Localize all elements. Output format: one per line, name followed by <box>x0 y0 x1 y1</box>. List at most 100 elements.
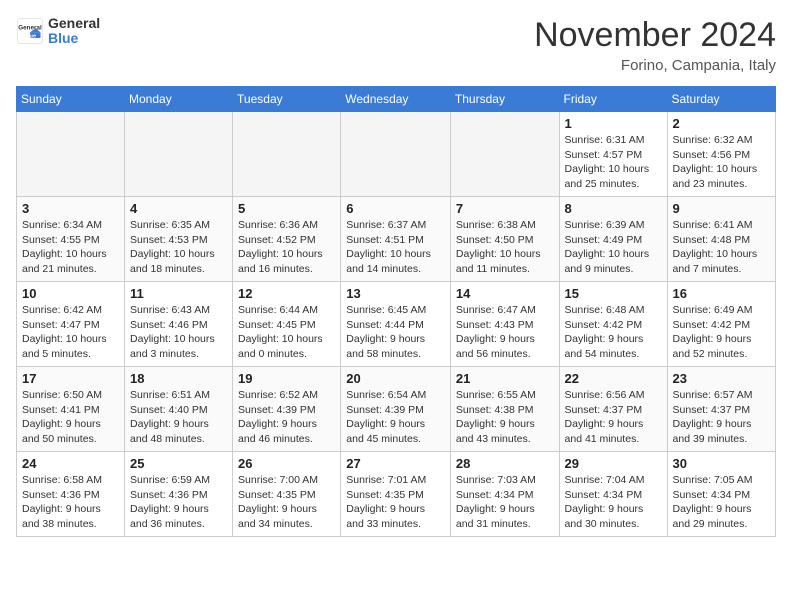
day-number: 3 <box>22 201 119 216</box>
calendar-cell: 30Sunrise: 7:05 AM Sunset: 4:34 PM Dayli… <box>667 452 775 537</box>
day-number: 2 <box>673 116 770 131</box>
day-number: 1 <box>565 116 662 131</box>
location: Forino, Campania, Italy <box>534 57 776 74</box>
day-info: Sunrise: 6:49 AM Sunset: 4:42 PM Dayligh… <box>673 303 770 362</box>
calendar-cell: 9 Sunrise: 6:41 AM Sunset: 4:48 PM Daylig… <box>667 197 775 282</box>
calendar-cell: 8 Sunrise: 6:39 AM Sunset: 4:49 PM Daylig… <box>559 197 667 282</box>
day-number: 11 <box>130 286 227 301</box>
calendar-cell: 12Sunrise: 6:44 AM Sunset: 4:45 PM Dayli… <box>233 282 341 367</box>
day-info: Sunrise: 6:38 AM Sunset: 4:50 PM Dayligh… <box>456 218 554 277</box>
day-info: Sunrise: 6:35 AM Sunset: 4:53 PM Dayligh… <box>130 218 227 277</box>
day-number: 18 <box>130 371 227 386</box>
day-info: Sunrise: 6:31 AM Sunset: 4:57 PM Dayligh… <box>565 133 662 192</box>
calendar-cell <box>341 112 451 197</box>
calendar-cell <box>17 112 125 197</box>
day-number: 8 <box>565 201 662 216</box>
day-info: Sunrise: 6:43 AM Sunset: 4:46 PM Dayligh… <box>130 303 227 362</box>
day-info: Sunrise: 6:58 AM Sunset: 4:36 PM Dayligh… <box>22 473 119 532</box>
day-info: Sunrise: 7:05 AM Sunset: 4:34 PM Dayligh… <box>673 473 770 532</box>
day-number: 26 <box>238 456 335 471</box>
week-row-3: 10Sunrise: 6:42 AM Sunset: 4:47 PM Dayli… <box>17 282 776 367</box>
day-number: 29 <box>565 456 662 471</box>
day-number: 9 <box>673 201 770 216</box>
day-number: 20 <box>346 371 445 386</box>
calendar-cell <box>233 112 341 197</box>
day-info: Sunrise: 6:52 AM Sunset: 4:39 PM Dayligh… <box>238 388 335 447</box>
calendar-cell: 20 Sunrise: 6:54 AM Sunset: 4:39 PM Dayli… <box>341 367 451 452</box>
day-number: 14 <box>456 286 554 301</box>
day-number: 13 <box>346 286 445 301</box>
day-info: Sunrise: 7:03 AM Sunset: 4:34 PM Dayligh… <box>456 473 554 532</box>
page-header: General Blue General Blue November 2024 … <box>16 16 776 74</box>
day-number: 17 <box>22 371 119 386</box>
day-number: 19 <box>238 371 335 386</box>
weekday-header-wednesday: Wednesday <box>341 87 451 112</box>
day-info: Sunrise: 6:51 AM Sunset: 4:40 PM Dayligh… <box>130 388 227 447</box>
day-number: 21 <box>456 371 554 386</box>
logo: General Blue General Blue <box>16 16 100 47</box>
day-info: Sunrise: 6:56 AM Sunset: 4:37 PM Dayligh… <box>565 388 662 447</box>
calendar-cell: 23 Sunrise: 6:57 AM Sunset: 4:37 PM Dayli… <box>667 367 775 452</box>
day-number: 24 <box>22 456 119 471</box>
calendar-cell: 15Sunrise: 6:48 AM Sunset: 4:42 PM Dayli… <box>559 282 667 367</box>
day-number: 12 <box>238 286 335 301</box>
day-info: Sunrise: 7:04 AM Sunset: 4:34 PM Dayligh… <box>565 473 662 532</box>
weekday-header-thursday: Thursday <box>450 87 559 112</box>
day-info: Sunrise: 6:39 AM Sunset: 4:49 PM Dayligh… <box>565 218 662 277</box>
day-info: Sunrise: 6:57 AM Sunset: 4:37 PM Dayligh… <box>673 388 770 447</box>
calendar-cell: 28Sunrise: 7:03 AM Sunset: 4:34 PM Dayli… <box>450 452 559 537</box>
day-info: Sunrise: 6:55 AM Sunset: 4:38 PM Dayligh… <box>456 388 554 447</box>
calendar-cell <box>125 112 233 197</box>
day-number: 23 <box>673 371 770 386</box>
calendar-cell: 19 Sunrise: 6:52 AM Sunset: 4:39 PM Dayli… <box>233 367 341 452</box>
calendar-cell: 21 Sunrise: 6:55 AM Sunset: 4:38 PM Dayli… <box>450 367 559 452</box>
day-number: 27 <box>346 456 445 471</box>
day-info: Sunrise: 6:45 AM Sunset: 4:44 PM Dayligh… <box>346 303 445 362</box>
day-info: Sunrise: 6:48 AM Sunset: 4:42 PM Dayligh… <box>565 303 662 362</box>
calendar-cell: 24 Sunrise: 6:58 AM Sunset: 4:36 PM Dayli… <box>17 452 125 537</box>
calendar-cell: 6 Sunrise: 6:37 AM Sunset: 4:51 PM Daylig… <box>341 197 451 282</box>
title-block: November 2024 Forino, Campania, Italy <box>534 16 776 74</box>
day-number: 7 <box>456 201 554 216</box>
day-info: Sunrise: 7:01 AM Sunset: 4:35 PM Dayligh… <box>346 473 445 532</box>
day-number: 4 <box>130 201 227 216</box>
calendar-cell: 25 Sunrise: 6:59 AM Sunset: 4:36 PM Dayli… <box>125 452 233 537</box>
logo-general-text: General <box>48 16 100 31</box>
day-info: Sunrise: 6:47 AM Sunset: 4:43 PM Dayligh… <box>456 303 554 362</box>
logo-blue-text: Blue <box>48 31 100 46</box>
day-info: Sunrise: 6:41 AM Sunset: 4:48 PM Dayligh… <box>673 218 770 277</box>
month-title: November 2024 <box>534 16 776 55</box>
day-info: Sunrise: 6:32 AM Sunset: 4:56 PM Dayligh… <box>673 133 770 192</box>
day-number: 16 <box>673 286 770 301</box>
day-number: 22 <box>565 371 662 386</box>
day-info: Sunrise: 6:36 AM Sunset: 4:52 PM Dayligh… <box>238 218 335 277</box>
calendar-cell: 27 Sunrise: 7:01 AM Sunset: 4:35 PM Dayli… <box>341 452 451 537</box>
day-info: Sunrise: 6:59 AM Sunset: 4:36 PM Dayligh… <box>130 473 227 532</box>
day-number: 5 <box>238 201 335 216</box>
weekday-header-tuesday: Tuesday <box>233 87 341 112</box>
day-info: Sunrise: 6:37 AM Sunset: 4:51 PM Dayligh… <box>346 218 445 277</box>
weekday-header-sunday: Sunday <box>17 87 125 112</box>
week-row-1: 1 Sunrise: 6:31 AM Sunset: 4:57 PM Daylig… <box>17 112 776 197</box>
calendar-cell: 3 Sunrise: 6:34 AM Sunset: 4:55 PM Daylig… <box>17 197 125 282</box>
calendar-cell: 26Sunrise: 7:00 AM Sunset: 4:35 PM Dayli… <box>233 452 341 537</box>
calendar-cell: 4 Sunrise: 6:35 AM Sunset: 4:53 PM Daylig… <box>125 197 233 282</box>
day-info: Sunrise: 6:34 AM Sunset: 4:55 PM Dayligh… <box>22 218 119 277</box>
calendar-cell: 7 Sunrise: 6:38 AM Sunset: 4:50 PM Daylig… <box>450 197 559 282</box>
weekday-header-row: SundayMondayTuesdayWednesdayThursdayFrid… <box>17 87 776 112</box>
calendar-cell <box>450 112 559 197</box>
calendar-cell: 22 Sunrise: 6:56 AM Sunset: 4:37 PM Dayli… <box>559 367 667 452</box>
calendar-cell: 13 Sunrise: 6:45 AM Sunset: 4:44 PM Dayli… <box>341 282 451 367</box>
day-info: Sunrise: 6:42 AM Sunset: 4:47 PM Dayligh… <box>22 303 119 362</box>
calendar-cell: 2 Sunrise: 6:32 AM Sunset: 4:56 PM Daylig… <box>667 112 775 197</box>
week-row-5: 24 Sunrise: 6:58 AM Sunset: 4:36 PM Dayli… <box>17 452 776 537</box>
week-row-4: 17 Sunrise: 6:50 AM Sunset: 4:41 PM Dayli… <box>17 367 776 452</box>
calendar-table: SundayMondayTuesdayWednesdayThursdayFrid… <box>16 86 776 537</box>
day-info: Sunrise: 6:50 AM Sunset: 4:41 PM Dayligh… <box>22 388 119 447</box>
day-number: 6 <box>346 201 445 216</box>
day-info: Sunrise: 6:54 AM Sunset: 4:39 PM Dayligh… <box>346 388 445 447</box>
calendar-cell: 1 Sunrise: 6:31 AM Sunset: 4:57 PM Daylig… <box>559 112 667 197</box>
day-number: 25 <box>130 456 227 471</box>
calendar-cell: 18 Sunrise: 6:51 AM Sunset: 4:40 PM Dayli… <box>125 367 233 452</box>
weekday-header-monday: Monday <box>125 87 233 112</box>
